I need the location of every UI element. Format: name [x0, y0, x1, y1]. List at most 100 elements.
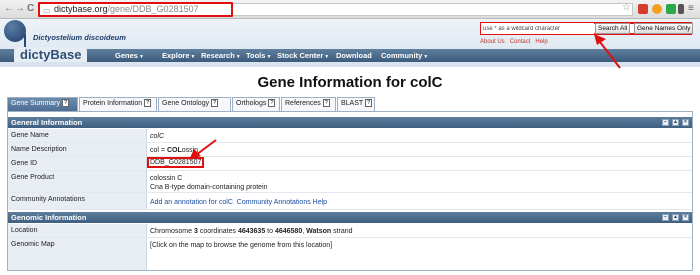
row-community-annotations: Community Annotations Add an annotation …	[8, 193, 692, 210]
nav-stock-center[interactable]: Stock Center▼	[277, 51, 329, 60]
community-help-link[interactable]: Community Annotations Help	[237, 199, 327, 206]
row-label: Location	[8, 224, 147, 237]
row-label: Name Description	[8, 143, 147, 156]
gene-names-only-button[interactable]: Gene Names Only	[634, 23, 694, 34]
extension-red-icon[interactable]	[638, 4, 648, 14]
extension-check-icon[interactable]	[666, 4, 676, 14]
row-label: Gene Product	[8, 171, 147, 192]
gene-id-value: DDB_G0281507	[147, 157, 205, 168]
extension-dark-icon[interactable]	[678, 4, 684, 14]
section-title: Genomic Information	[11, 213, 87, 222]
gene-id-highlight: DDB_G0281507	[147, 157, 205, 168]
tab-label: BLAST	[341, 100, 364, 107]
tab-gene-summary[interactable]: Gene Summary?	[7, 97, 78, 111]
page-icon: ▭	[43, 6, 51, 15]
nav-research[interactable]: Research▼	[201, 51, 241, 60]
back-button[interactable]: ←	[4, 3, 14, 15]
nav-community-label: Community	[381, 51, 423, 60]
tab-protein-information[interactable]: Protein Information?	[79, 97, 157, 111]
nav-download[interactable]: Download	[336, 51, 372, 60]
move-up-icon[interactable]: ▲	[672, 214, 679, 221]
community-annotations-value: Add an annotation for colC Community Ann…	[150, 198, 327, 207]
address-bar-extension[interactable]	[233, 3, 633, 16]
nav-research-label: Research	[201, 51, 235, 60]
help-icon[interactable]: ?	[268, 99, 276, 108]
nav-explore-label: Explore	[162, 51, 190, 60]
help-icon[interactable]: ?	[62, 99, 70, 108]
chevron-down-icon: ▼	[266, 54, 272, 60]
browser-menu-icon[interactable]: ≡	[688, 4, 694, 14]
gene-product-line1: colossin C	[150, 175, 183, 182]
nav-tools-label: Tools	[246, 51, 266, 60]
row-location: Location Chromosome 3 coordinates 464363…	[8, 224, 692, 238]
row-label: Gene ID	[8, 157, 147, 170]
nav-genes[interactable]: Genes▼	[115, 51, 144, 60]
desc-prefix: col =	[150, 147, 167, 154]
row-name-description: Name Description col = COLossin	[8, 143, 692, 157]
gene-summary-panel: General Information − ▲ × Gene Name colC…	[7, 111, 693, 271]
tab-label: References	[285, 100, 321, 107]
gene-name-value: colC	[150, 133, 165, 140]
nav-community[interactable]: Community▼	[381, 51, 428, 60]
dictybase-logo-icon	[4, 20, 26, 42]
loc-end: 4646580	[274, 228, 303, 235]
extension-orange-icon[interactable]	[652, 4, 662, 14]
name-description-value: col = COLossin	[150, 146, 198, 155]
tab-gene-ontology[interactable]: Gene Ontology?	[158, 97, 231, 111]
close-icon[interactable]: ×	[682, 214, 689, 221]
collapse-icon[interactable]: −	[662, 214, 669, 221]
about-us-link[interactable]: About Us	[480, 39, 505, 45]
desc-suffix: ossin	[181, 147, 199, 154]
chevron-down-icon: ▼	[324, 54, 330, 60]
help-icon[interactable]: ?	[322, 99, 330, 108]
row-gene-product: Gene Product colossin C Cna B-type domain…	[8, 171, 692, 193]
reload-button[interactable]: C	[27, 3, 34, 15]
chevron-down-icon: ▼	[190, 54, 196, 60]
tab-label: Protein Information	[83, 100, 143, 107]
search-input[interactable]	[481, 23, 594, 34]
move-up-icon[interactable]: ▲	[672, 119, 679, 126]
help-link[interactable]: Help	[535, 39, 547, 45]
help-icon[interactable]: ?	[365, 99, 373, 108]
tab-references[interactable]: References?	[281, 97, 336, 111]
top-links: About Us Contact Help	[480, 39, 553, 45]
row-gene-id: Gene ID DDB_G0281507	[8, 157, 692, 171]
loc-post: strand	[331, 228, 353, 235]
loc-strand: Watson	[306, 228, 332, 235]
tab-blast[interactable]: BLAST?	[337, 97, 375, 111]
url-host: dictybase.org	[54, 4, 108, 14]
page-title: Gene Information for colC	[257, 74, 443, 91]
row-label: Genomic Map	[8, 238, 147, 270]
genomic-map-value[interactable]: [Click on the map to browse the genome f…	[150, 241, 332, 250]
add-annotation-link[interactable]: Add an annotation for colC	[150, 199, 233, 206]
row-gene-name: Gene Name colC	[8, 129, 692, 143]
logo-stem	[24, 34, 26, 48]
nav-stock-center-label: Stock Center	[277, 51, 324, 60]
row-label: Community Annotations	[8, 193, 147, 209]
location-value: Chromosome 3 coordinates 4643635 to 4646…	[150, 227, 353, 236]
general-info-header: General Information − ▲ ×	[8, 117, 692, 128]
chevron-down-icon: ▼	[235, 54, 241, 60]
loc-mid: coordinates	[197, 228, 238, 235]
gene-product-line2: Cna B-type domain-containing protein	[150, 184, 268, 191]
search-all-button[interactable]: Search All	[595, 23, 631, 34]
nav-explore[interactable]: Explore▼	[162, 51, 195, 60]
help-icon[interactable]: ?	[144, 99, 152, 108]
row-label: Gene Name	[8, 129, 147, 142]
chevron-down-icon: ▼	[423, 54, 429, 60]
loc-to: to	[265, 228, 275, 235]
nav-tools[interactable]: Tools▼	[246, 51, 271, 60]
forward-button[interactable]: →	[15, 3, 25, 15]
contact-link[interactable]: Contact	[510, 39, 531, 45]
tab-label: Gene Ontology	[162, 100, 210, 107]
tab-label: Gene Summary	[11, 100, 61, 107]
help-icon[interactable]: ?	[211, 99, 219, 108]
collapse-icon[interactable]: −	[662, 119, 669, 126]
desc-bold: COL	[166, 147, 182, 154]
address-bar[interactable]: ▭ dictybase.org/gene/DDB_G0281507	[38, 2, 233, 17]
tab-orthologs[interactable]: Orthologs?	[232, 97, 280, 111]
loc-pre: Chromosome	[150, 228, 194, 235]
bookmark-star-icon[interactable]: ☆	[622, 2, 631, 13]
close-icon[interactable]: ×	[682, 119, 689, 126]
site-brand[interactable]: dictyBase	[14, 47, 88, 62]
